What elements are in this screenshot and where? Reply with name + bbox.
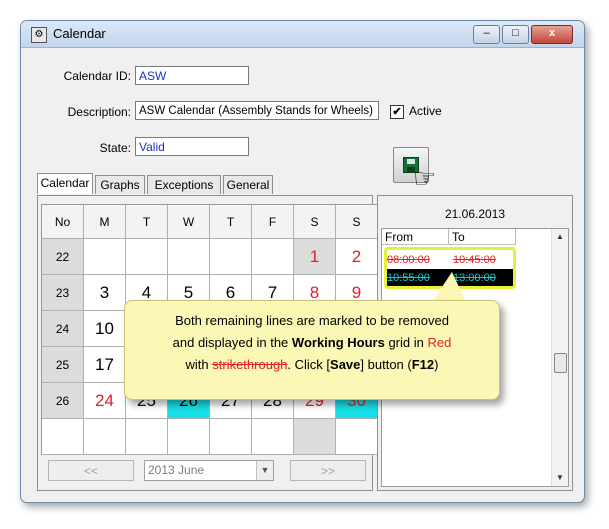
previous-month-button[interactable]: << bbox=[48, 460, 134, 481]
callout-text: with bbox=[185, 357, 213, 372]
chevron-down-icon[interactable]: ▼ bbox=[256, 461, 273, 480]
calendar-window: ⚙ Calendar – □ x Calendar ID: ASW Descri… bbox=[20, 20, 585, 503]
day-cell[interactable]: 2 bbox=[336, 239, 378, 275]
callout-line-2: and displayed in the Working Hours grid … bbox=[125, 332, 499, 354]
week-number-cell: 22 bbox=[42, 239, 84, 275]
scroll-thumb[interactable] bbox=[554, 353, 567, 373]
callout-key-text: F12 bbox=[411, 357, 435, 372]
day-cell[interactable] bbox=[84, 419, 126, 455]
weekday-header: W bbox=[168, 205, 210, 239]
callout-text: . Click [ bbox=[287, 357, 331, 372]
weekday-header: M bbox=[84, 205, 126, 239]
next-month-button[interactable]: >> bbox=[290, 460, 366, 481]
day-cell[interactable] bbox=[252, 239, 294, 275]
active-checkbox[interactable]: ✔ bbox=[390, 105, 404, 119]
day-cell[interactable] bbox=[126, 419, 168, 455]
day-cell[interactable] bbox=[336, 419, 378, 455]
weekday-header: T bbox=[126, 205, 168, 239]
day-cell[interactable]: 24 bbox=[84, 383, 126, 419]
month-select[interactable]: 2013 June ▼ bbox=[144, 460, 274, 481]
callout-text: ) bbox=[434, 357, 439, 372]
scroll-down-icon[interactable]: ▼ bbox=[552, 470, 568, 486]
tab-graphs[interactable]: Graphs bbox=[95, 175, 145, 194]
column-header-from[interactable]: From bbox=[382, 229, 449, 245]
tab-general[interactable]: General bbox=[223, 175, 273, 194]
day-cell[interactable] bbox=[126, 239, 168, 275]
column-header-to[interactable]: To bbox=[449, 229, 516, 245]
state-label: State: bbox=[99, 141, 131, 155]
vertical-scrollbar[interactable]: ▲ ▼ bbox=[551, 229, 568, 486]
weekday-header: F bbox=[252, 205, 294, 239]
tab-calendar[interactable]: Calendar bbox=[37, 173, 93, 194]
weekday-header: S bbox=[294, 205, 336, 239]
scroll-up-icon[interactable]: ▲ bbox=[552, 229, 568, 245]
callout-line-3: with strikethrough. Click [Save] button … bbox=[125, 354, 499, 376]
week-number-header: No bbox=[42, 205, 84, 239]
active-label: Active bbox=[409, 104, 442, 118]
month-select-value: 2013 June bbox=[148, 463, 205, 477]
callout-save-text: Save bbox=[330, 357, 361, 372]
day-cell[interactable] bbox=[210, 239, 252, 275]
selected-date: 21.06.2013 bbox=[444, 207, 506, 221]
weekday-header: T bbox=[210, 205, 252, 239]
day-cell[interactable]: 10 bbox=[84, 311, 126, 347]
week-number-cell: 26 bbox=[42, 383, 84, 419]
calendar-app-icon: ⚙ bbox=[31, 27, 47, 43]
day-cell[interactable] bbox=[168, 419, 210, 455]
day-cell[interactable]: 3 bbox=[84, 275, 126, 311]
maximize-button[interactable]: □ bbox=[502, 25, 529, 44]
day-cell[interactable]: 17 bbox=[84, 347, 126, 383]
callout-red-text: Red bbox=[427, 335, 452, 350]
title-bar: ⚙ Calendar – □ x bbox=[21, 21, 584, 48]
week-number-cell bbox=[42, 419, 84, 455]
window-title: Calendar bbox=[53, 26, 106, 41]
description-label: Description: bbox=[67, 105, 131, 119]
day-cell[interactable] bbox=[294, 419, 336, 455]
calendar-id-label: Calendar ID: bbox=[63, 69, 131, 83]
description-field[interactable]: ASW Calendar (Assembly Stands for Wheels… bbox=[135, 101, 379, 120]
callout-bold-text: Working Hours bbox=[291, 335, 385, 350]
day-cell[interactable]: 1 bbox=[294, 239, 336, 275]
callout-pointer bbox=[432, 272, 466, 302]
minimize-button[interactable]: – bbox=[473, 25, 500, 44]
week-number-cell: 24 bbox=[42, 311, 84, 347]
week-number-cell: 25 bbox=[42, 347, 84, 383]
callout-strike-text: strikethrough bbox=[212, 357, 288, 372]
calendar-id-field[interactable]: ASW bbox=[135, 66, 249, 85]
day-cell[interactable] bbox=[168, 239, 210, 275]
callout-note: Both remaining lines are marked to be re… bbox=[124, 300, 500, 400]
close-button[interactable]: x bbox=[531, 25, 573, 44]
day-cell[interactable] bbox=[84, 239, 126, 275]
callout-text: ] button ( bbox=[360, 357, 412, 372]
callout-line-1: Both remaining lines are marked to be re… bbox=[175, 313, 449, 328]
state-field[interactable]: Valid bbox=[135, 137, 249, 156]
tab-exceptions[interactable]: Exceptions bbox=[147, 175, 221, 194]
callout-text: grid in bbox=[384, 335, 428, 350]
day-cell[interactable] bbox=[210, 419, 252, 455]
hand-pointer-icon: ☞ bbox=[413, 163, 437, 193]
weekday-header: S bbox=[336, 205, 378, 239]
day-cell[interactable] bbox=[252, 419, 294, 455]
week-number-cell: 23 bbox=[42, 275, 84, 311]
callout-text: and displayed in the bbox=[172, 335, 292, 350]
